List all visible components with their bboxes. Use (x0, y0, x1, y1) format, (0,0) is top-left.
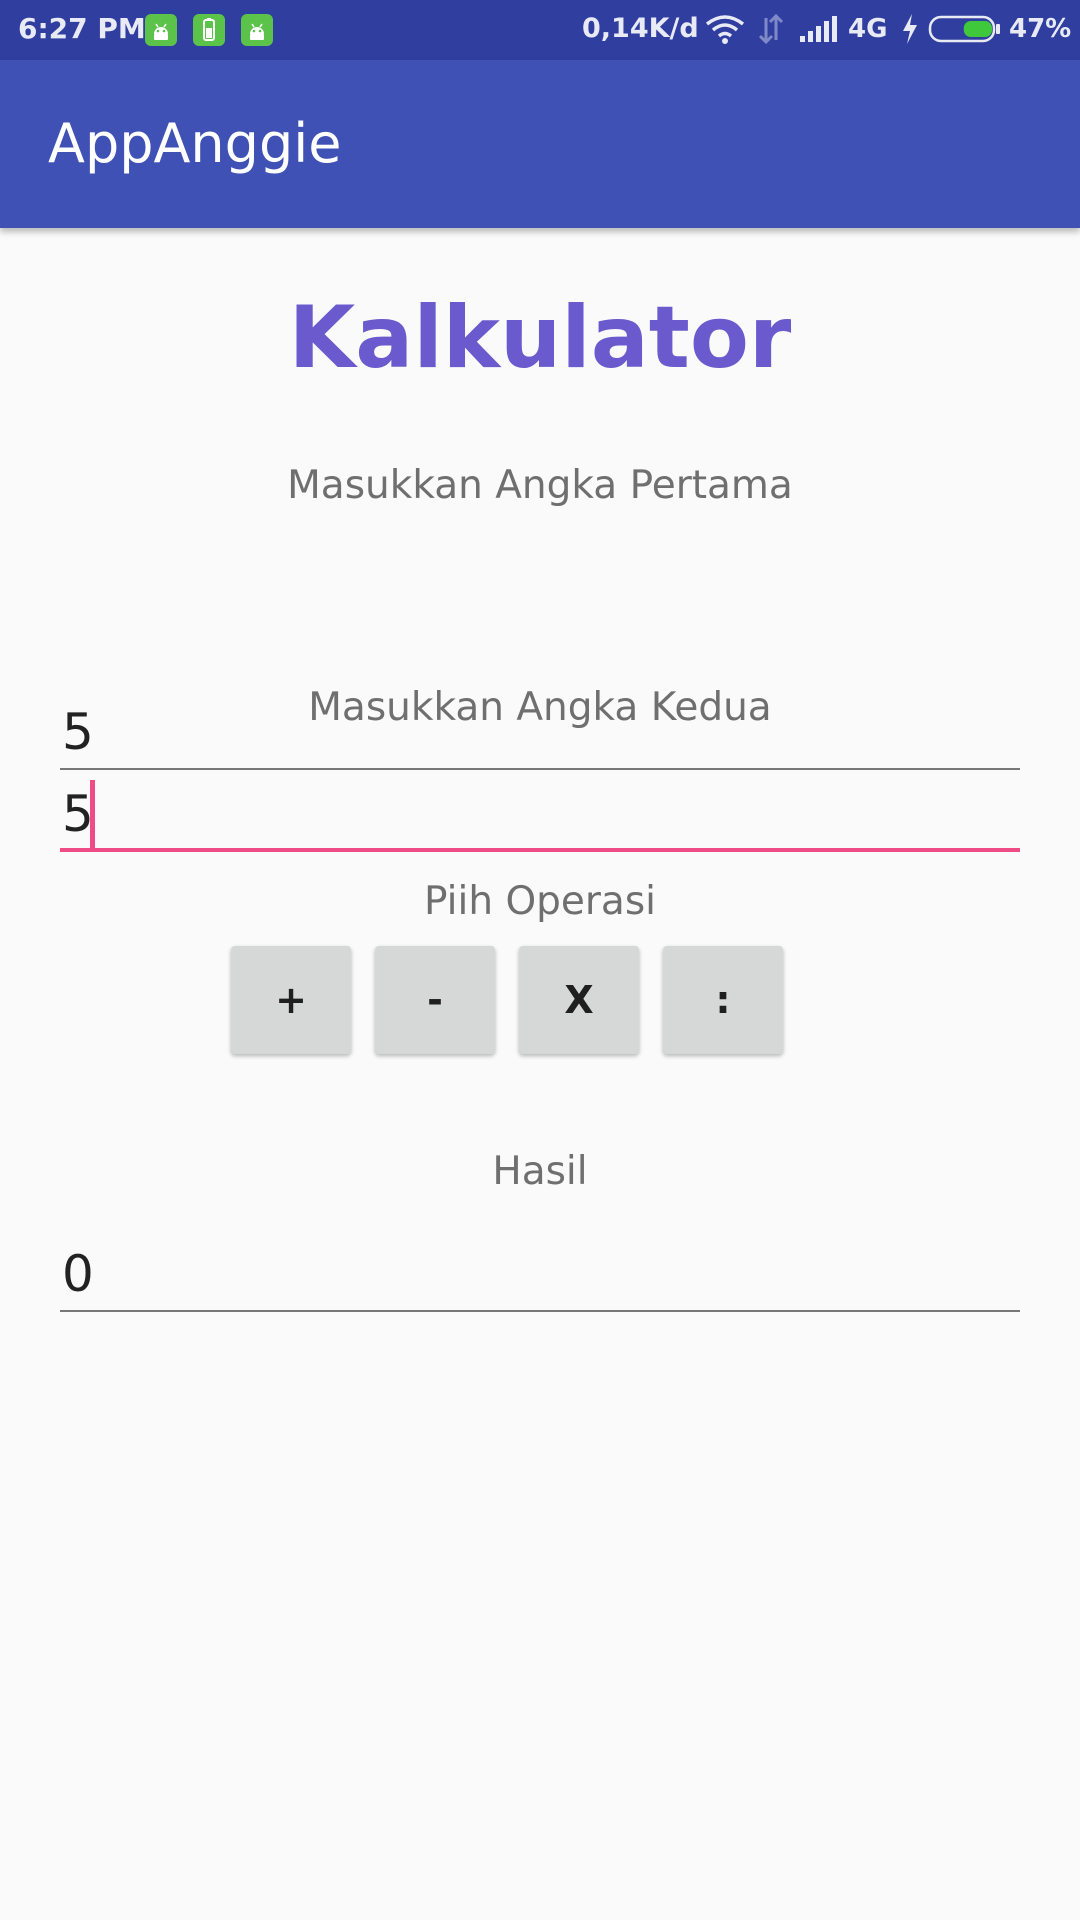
signal-icon (798, 12, 838, 50)
result-value: 0 (62, 1245, 94, 1303)
status-bar: 6:27 PM 0,14K/d 4G 47% (0, 0, 1080, 60)
page-title: Kalkulator (288, 288, 792, 388)
operation-buttons: + - X : (0, 946, 1080, 1056)
battery-icon (928, 12, 1002, 50)
result-label: Hasil (492, 1149, 588, 1194)
result-field[interactable]: 0 (60, 1228, 1020, 1312)
multiply-button[interactable]: X (519, 946, 639, 1054)
add-button[interactable]: + (231, 946, 351, 1054)
battery-app-icon (193, 14, 225, 46)
charging-icon (900, 12, 920, 50)
status-time: 6:27 PM (18, 12, 146, 45)
wifi-icon (704, 12, 746, 50)
network-speed: 0,14K/d (582, 13, 699, 44)
calculator-screen: Kalkulator Masukkan Angka Pertama 5 Masu… (0, 228, 1080, 1920)
operation-label: Piih Operasi (424, 879, 656, 924)
app-title: AppAnggie (48, 112, 342, 175)
first-number-label: Masukkan Angka Pertama (287, 463, 793, 508)
data-transfer-icon (756, 12, 786, 50)
subtract-button[interactable]: - (375, 946, 495, 1054)
battery-percent: 47% (1009, 14, 1072, 44)
second-number-label: Masukkan Angka Kedua (308, 685, 772, 730)
app-bar: AppAnggie (0, 60, 1080, 228)
divide-button[interactable]: : (663, 946, 783, 1054)
network-type: 4G (848, 14, 888, 44)
second-number-field[interactable]: 5 (60, 768, 1020, 852)
android-icon (241, 14, 273, 46)
text-cursor (90, 780, 95, 850)
android-icon (145, 14, 177, 46)
